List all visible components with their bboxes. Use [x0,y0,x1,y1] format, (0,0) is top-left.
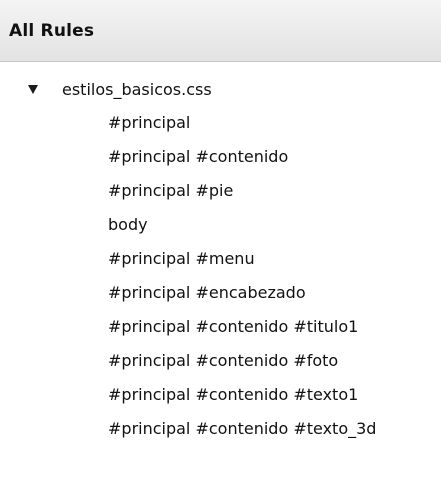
rule-item[interactable]: #principal #contenido #foto [108,344,338,378]
rule-item[interactable]: body [108,208,148,242]
rule-item[interactable]: #principal #contenido #texto1 [108,378,358,412]
rule-item[interactable]: #principal #encabezado [108,276,306,310]
panel-title: All Rules [9,20,95,41]
rule-item[interactable]: #principal #menu [108,242,255,276]
rule-item[interactable]: #principal #contenido #titulo1 [108,310,358,344]
tree-item-stylesheet[interactable]: estilos_basicos.css [0,72,441,106]
rule-item[interactable]: #principal [108,106,190,140]
rule-item[interactable]: #principal #contenido [108,140,288,174]
panel-header[interactable]: All Rules [0,0,441,62]
stylesheet-name: estilos_basicos.css [62,79,212,99]
rule-item[interactable]: #principal #pie [108,174,233,208]
css-rules-panel: All Rules estilos_basicos.css #principal… [0,0,441,493]
triangle-down-icon[interactable] [28,85,38,94]
rule-item[interactable]: #principal #contenido #texto_3d [108,412,376,446]
